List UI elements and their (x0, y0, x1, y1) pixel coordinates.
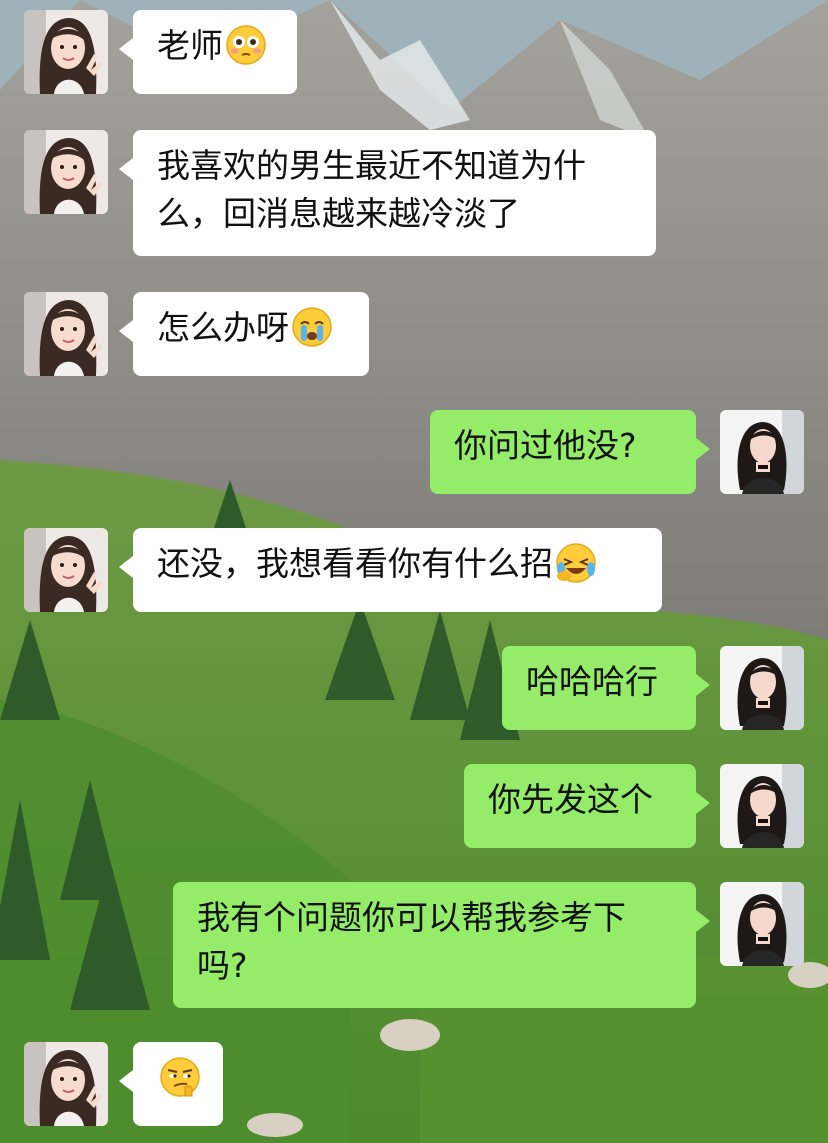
message-text: 你问过他没? (454, 426, 637, 465)
message-bubble[interactable]: 还没，我想看看你有什么招 (119, 528, 662, 612)
my-avatar[interactable] (720, 646, 804, 730)
message-text: 怎么办呀 (157, 308, 289, 347)
message-text: 我喜欢的男生最近不知道为什么，回消息越来越冷淡了 (157, 146, 586, 233)
message-text: 你先发这个 (488, 780, 653, 819)
message-text: 哈哈哈行 (526, 662, 658, 701)
contact-avatar[interactable] (24, 528, 108, 612)
my-avatar[interactable] (720, 882, 804, 966)
message-text: 老师 (157, 26, 223, 65)
message-bubble[interactable]: 哈哈哈行 (502, 646, 710, 730)
contact-avatar[interactable] (24, 292, 108, 376)
my-avatar[interactable] (720, 410, 804, 494)
laughing-tears-face-emoji-icon (555, 542, 597, 584)
crying-face-emoji-icon (291, 306, 333, 348)
contact-avatar[interactable] (24, 1042, 108, 1126)
my-avatar[interactable] (720, 764, 804, 848)
smirk-face-emoji-icon (159, 1056, 201, 1098)
message-text: 我有个问题你可以帮我参考下吗? (197, 898, 626, 985)
message-bubble[interactable]: 怎么办呀 (119, 292, 369, 376)
message-bubble[interactable]: 我有个问题你可以帮我参考下吗? (173, 882, 710, 1008)
message-bubble[interactable]: 你先发这个 (464, 764, 710, 848)
message-text: 还没，我想看看你有什么招 (157, 544, 553, 583)
message-bubble[interactable]: 你问过他没? (430, 410, 710, 494)
contact-avatar[interactable] (24, 10, 108, 94)
message-bubble[interactable] (119, 1042, 223, 1126)
message-bubble[interactable]: 老师 (119, 10, 297, 94)
flushed-face-emoji-icon (225, 24, 267, 66)
contact-avatar[interactable] (24, 130, 108, 214)
message-bubble[interactable]: 我喜欢的男生最近不知道为什么，回消息越来越冷淡了 (119, 130, 656, 256)
